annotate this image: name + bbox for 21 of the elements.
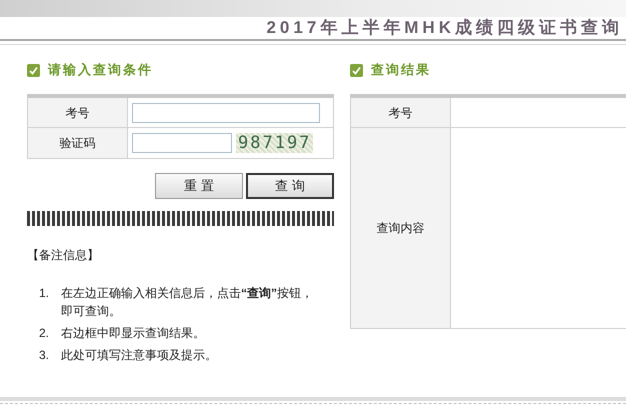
label-cell: 考号 [351,98,451,127]
reset-button[interactable]: 重 置 [155,173,243,199]
section-heading: 查询结果 [371,61,431,80]
note-text: 右边框中即显示查询结果。 [61,325,206,342]
label-cell: 查询内容 [351,128,451,328]
note-text: 在左边正确输入相关信息后，点击“查询”按钮，即可查询。 [61,285,314,320]
notes-heading: 【备注信息】 [27,247,100,264]
search-button[interactable]: 查 询 [246,173,334,199]
captcha-field[interactable] [132,133,232,153]
checkbox-icon [27,64,40,76]
page-title: 2017年上半年MHK成绩四级证书查询 [266,17,623,40]
section-heading: 请输入查询条件 [48,61,153,80]
label-cell: 验证码 [28,128,128,158]
note-text: 此处可填写注意事项及提示。 [61,347,218,364]
list-number: 3. [39,347,50,364]
checkbox-icon [350,64,363,76]
input-field[interactable] [132,102,320,122]
list-number: 2. [39,325,50,342]
label-cell: 考号 [28,98,128,127]
list-number: 1. [39,285,50,302]
captcha-image: 987197 [236,133,314,153]
